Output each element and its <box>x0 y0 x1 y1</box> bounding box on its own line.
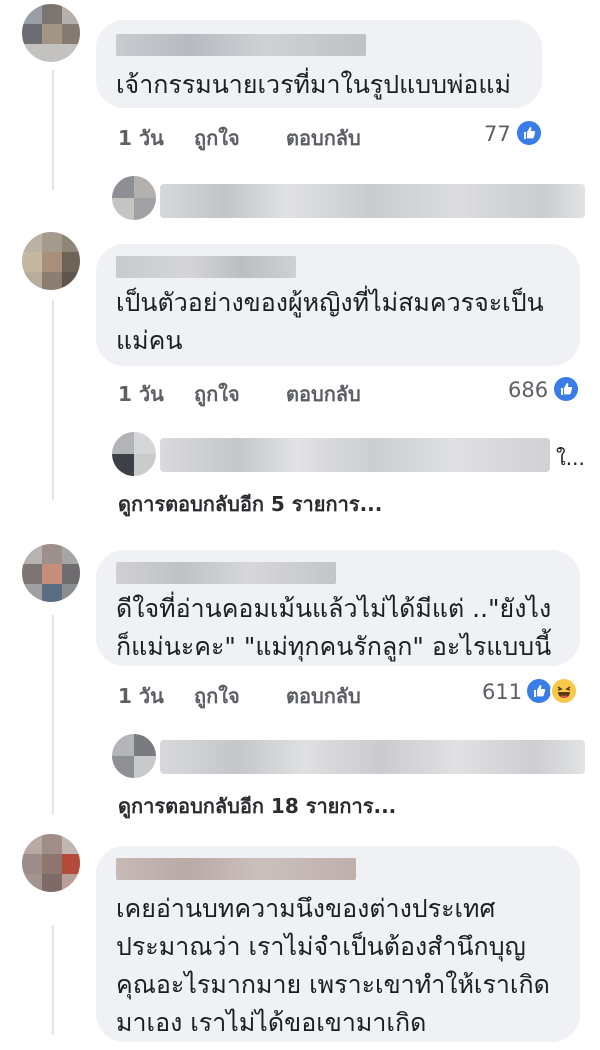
thumbs-up-icon <box>552 375 580 403</box>
avatar[interactable] <box>22 834 80 892</box>
author-name-blurred[interactable] <box>116 858 356 880</box>
comment-bubble: เคยอ่านบทความนึงของต่างประเทศ ประมาณว่า … <box>96 846 580 1042</box>
comment-bubble: เจ้ากรรมนายเวรที่มาในรูปแบบพ่อแม่ <box>96 20 542 108</box>
like-button[interactable]: ถูกใจ <box>194 680 240 712</box>
author-name-blurred[interactable] <box>116 256 296 278</box>
view-more-replies-link[interactable]: ดูการตอบกลับอีก 5 รายการ... <box>118 488 382 520</box>
avatar[interactable] <box>112 176 156 220</box>
avatar[interactable] <box>112 734 156 778</box>
comment-bubble: เป็นตัวอย่างของผู้หญิงที่ไม่สมควรจะเป็น … <box>96 244 580 366</box>
reply-preview-blurred[interactable] <box>160 740 585 774</box>
reaction-count[interactable]: 686 <box>508 378 548 402</box>
thumbs-up-icon <box>515 119 543 147</box>
reply-preview-suffix[interactable]: ใ... <box>556 442 585 474</box>
reply-button[interactable]: ตอบกลับ <box>286 378 361 410</box>
like-button[interactable]: ถูกใจ <box>194 122 240 154</box>
comment-text: ดีใจที่อ่านคอมเม้นแล้วไม่ได้มีแต่ .."ยัง… <box>116 594 552 661</box>
avatar[interactable] <box>22 232 80 290</box>
comment-bubble: ดีใจที่อ่านคอมเม้นแล้วไม่ได้มีแต่ .."ยัง… <box>96 550 580 666</box>
comment-text: เจ้ากรรมนายเวรที่มาในรูปแบบพ่อแม่ <box>116 70 512 99</box>
reply-button[interactable]: ตอบกลับ <box>286 122 361 154</box>
thread-line <box>52 925 54 1035</box>
thread-line <box>52 300 54 500</box>
like-button[interactable]: ถูกใจ <box>194 378 240 410</box>
thumbs-up-icon <box>525 677 553 705</box>
comment-text: เคยอ่านบทความนึงของต่างประเทศ ประมาณว่า … <box>116 894 550 1037</box>
reply-preview-blurred[interactable] <box>160 438 550 472</box>
author-name-blurred[interactable] <box>116 34 366 56</box>
avatar[interactable] <box>22 4 80 62</box>
comment-time[interactable]: 1 วัน <box>118 378 164 410</box>
reaction-count[interactable]: 77 <box>484 122 511 146</box>
reply-preview-blurred[interactable] <box>160 184 585 218</box>
thread-line <box>52 70 54 190</box>
reaction-count[interactable]: 611 <box>482 680 522 704</box>
comment-text: เป็นตัวอย่างของผู้หญิงที่ไม่สมควรจะเป็น … <box>116 288 544 355</box>
author-name-blurred[interactable] <box>116 562 336 584</box>
thread-line <box>52 615 54 815</box>
view-more-replies-link[interactable]: ดูการตอบกลับอีก 18 รายการ... <box>118 790 396 822</box>
comment-time[interactable]: 1 วัน <box>118 122 164 154</box>
laughing-face-icon <box>550 677 578 705</box>
reply-button[interactable]: ตอบกลับ <box>286 680 361 712</box>
avatar[interactable] <box>22 544 80 602</box>
comment-time[interactable]: 1 วัน <box>118 680 164 712</box>
avatar[interactable] <box>112 432 156 476</box>
